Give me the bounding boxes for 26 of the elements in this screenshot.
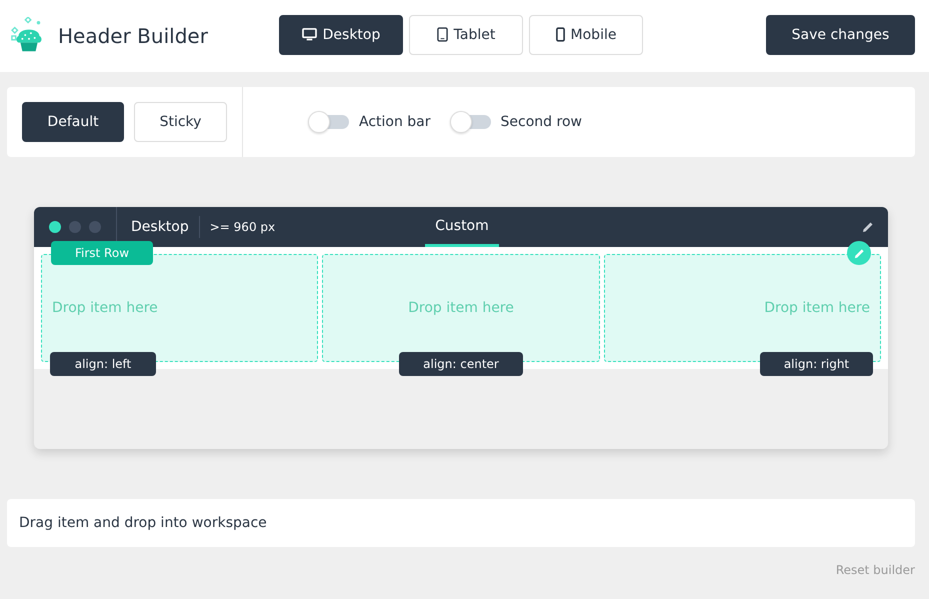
device-tab[interactable]: Desktop: [279, 14, 403, 54]
drop-placeholder: Drop item here: [764, 300, 870, 316]
device-tab[interactable]: Tablet: [409, 14, 523, 54]
tablet-icon: [436, 27, 448, 42]
hint-text: Drag item and drop into workspace: [19, 515, 267, 531]
row-label: First Row: [51, 241, 153, 265]
align-badge: align: center: [398, 352, 523, 376]
window-dot-icon: [89, 221, 101, 233]
mode-button[interactable]: Sticky: [134, 102, 227, 142]
toggle-label: Action bar: [359, 114, 431, 130]
window-dot-icon: [69, 221, 81, 233]
device-tab[interactable]: Mobile: [529, 14, 643, 54]
align-badge: align: right: [760, 352, 873, 376]
save-button[interactable]: Save changes: [766, 14, 915, 54]
app-title: Header Builder: [58, 24, 208, 48]
pencil-icon[interactable]: [862, 221, 874, 233]
drop-placeholder: Drop item here: [408, 300, 514, 316]
desktop-icon: [302, 28, 317, 41]
align-badge: align: left: [50, 352, 156, 376]
device-label: Desktop: [117, 216, 200, 238]
breakpoint-label: >= 960 px: [208, 220, 276, 234]
drop-placeholder: Drop item here: [52, 300, 158, 316]
mode-button[interactable]: Default: [22, 102, 124, 142]
mobile-icon: [556, 27, 565, 42]
toggle-label: Second row: [500, 114, 582, 130]
window-dot-icon: [49, 221, 61, 233]
